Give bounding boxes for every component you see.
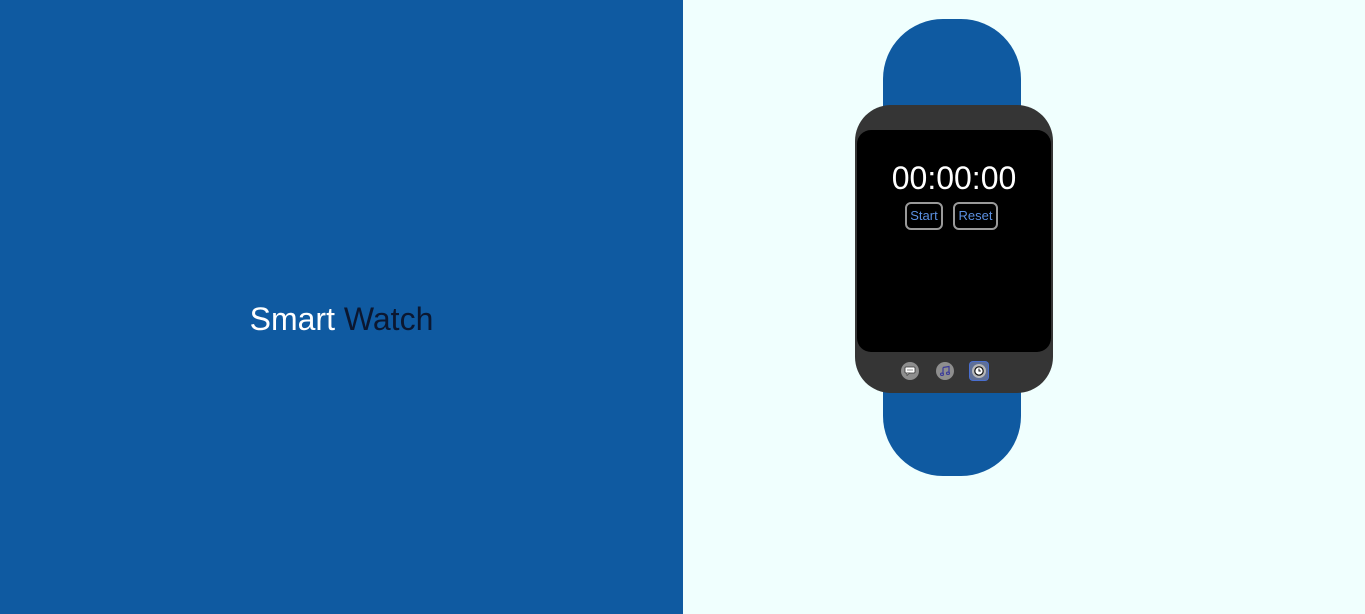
clock-icon-glyph — [974, 366, 984, 376]
hero-title-word-smart: Smart — [249, 301, 335, 337]
start-button[interactable]: Start — [905, 202, 943, 230]
message-icon[interactable] — [901, 362, 919, 380]
music-icon[interactable] — [936, 362, 954, 380]
music-icon-glyph — [939, 365, 951, 377]
hero-title: Smart Watch — [0, 300, 683, 338]
clock-icon[interactable] — [970, 362, 988, 380]
stopwatch-time: 00:00:00 — [891, 160, 1017, 196]
hero-panel: Smart Watch — [0, 0, 683, 614]
message-icon-glyph — [904, 366, 916, 376]
watch-app-dock — [855, 361, 1053, 381]
watch-panel: 00:00:00 Start Reset — [683, 0, 1365, 614]
hero-title-word-watch: Watch — [343, 301, 434, 337]
page: Smart Watch 00:00:00 Start Reset — [0, 0, 1365, 614]
reset-button[interactable]: Reset — [953, 202, 998, 230]
watch-body: 00:00:00 Start Reset — [855, 105, 1053, 393]
watch-screen: 00:00:00 Start Reset — [857, 130, 1051, 352]
clock-icon-face — [972, 364, 986, 378]
